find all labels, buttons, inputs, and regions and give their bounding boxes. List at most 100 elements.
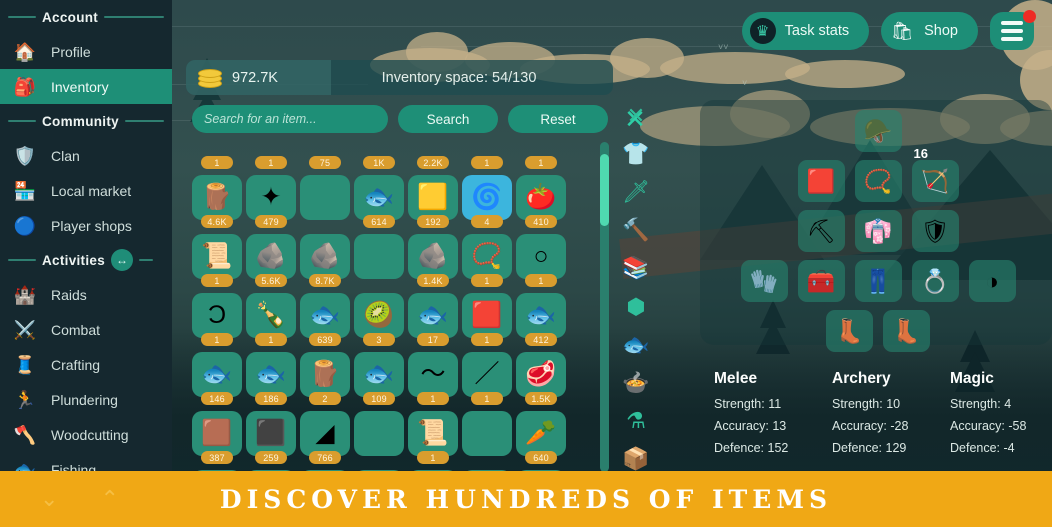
ring-item-icon: ○ bbox=[516, 234, 566, 279]
ring-slot[interactable]: 💍 bbox=[911, 260, 959, 302]
inventory-slot[interactable] bbox=[300, 175, 350, 230]
hamburger-menu-button[interactable] bbox=[990, 10, 1036, 50]
sidebar-item-player-shops[interactable]: 🔵 Player shops bbox=[0, 208, 172, 243]
hammer-icon[interactable]: 🔨 bbox=[619, 214, 653, 246]
armor-shirt-icon[interactable]: 👕 bbox=[619, 138, 653, 170]
sidebar-item-clan[interactable]: 🛡️ Clan bbox=[0, 138, 172, 173]
inventory-slot[interactable]: ✦ 479 bbox=[246, 175, 296, 230]
bracelet-slot[interactable]: ◑ bbox=[968, 260, 1016, 302]
boots-slot[interactable]: 👢 bbox=[826, 310, 873, 352]
gloves-slot[interactable]: 🧤 bbox=[740, 260, 788, 302]
shield-slot[interactable]: 🛡 bbox=[911, 210, 959, 252]
pickaxe-scroll-item-icon: 📜 bbox=[408, 411, 458, 456]
expand-collapse-icon[interactable]: ↔ bbox=[111, 249, 134, 271]
body-slot[interactable]: 👘 bbox=[854, 210, 902, 252]
inventory-slot[interactable]: 🪵 2 bbox=[300, 352, 350, 407]
inventory-slot[interactable]: 🐟 186 bbox=[246, 352, 296, 407]
inventory-slot[interactable]: 📜 1 bbox=[192, 234, 242, 289]
logs-icon[interactable]: 📚 bbox=[619, 252, 653, 284]
inventory-slot[interactable]: Ɔ1 bbox=[192, 293, 242, 348]
inventory-slot[interactable]: ◢ 766 bbox=[300, 411, 350, 466]
search-input-wrapper[interactable] bbox=[192, 105, 388, 133]
stat-title: Archery bbox=[832, 370, 891, 387]
close-x-icon[interactable]: ✕ bbox=[619, 100, 653, 132]
sidebar-item-crafting[interactable]: 🧵 Crafting bbox=[0, 347, 172, 382]
inventory-slot[interactable]: ／ 1 bbox=[462, 352, 512, 407]
item-quantity-badge: 1 bbox=[471, 156, 503, 169]
inventory-slot[interactable]: 🟨 192 bbox=[408, 175, 458, 230]
stat-title: Magic bbox=[950, 370, 994, 387]
fish-icon[interactable]: 🐟 bbox=[619, 329, 653, 361]
chevron-up-icon[interactable]: ⌃ bbox=[100, 486, 118, 512]
inventory-slot[interactable] bbox=[354, 411, 404, 466]
sidebar-item-label: Profile bbox=[51, 43, 91, 60]
inventory-slot[interactable]: 🐟 17 bbox=[408, 293, 458, 348]
inventory-slot[interactable]: 🐟 614 bbox=[354, 175, 404, 230]
inventory-slot[interactable]: 🐟 639 bbox=[300, 293, 350, 348]
sidebar-section-account: Account bbox=[0, 0, 172, 34]
item-quantity-badge: 186 bbox=[255, 392, 287, 405]
inventory-scrollbar[interactable] bbox=[600, 142, 609, 472]
inventory-slot[interactable]: 〜 1 bbox=[408, 352, 458, 407]
inventory-grid[interactable]: 1 1 75 1K 2.2K 1 1 🪵 4.6K ✦ 479 🐟 614 🟨 192 🌀 4 🍅 410 📜 1 🪨 5.… bbox=[192, 134, 592, 472]
scrollbar-thumb[interactable] bbox=[600, 154, 609, 226]
inventory-slot[interactable]: 🐟 109 bbox=[354, 352, 404, 407]
necklace-slot[interactable]: 📿 bbox=[854, 160, 902, 202]
task-stats-button[interactable]: ♛ Task stats bbox=[741, 12, 870, 50]
sidebar-item-combat[interactable]: ⚔️ Combat bbox=[0, 312, 172, 347]
sidebar-item-inventory[interactable]: 🎒 Inventory bbox=[0, 69, 172, 104]
tool-belt-slot[interactable]: 🧰 bbox=[797, 260, 845, 302]
ammo-slot[interactable]: 🏹 16 bbox=[911, 147, 959, 202]
inventory-slot[interactable] bbox=[462, 411, 512, 466]
category-filter-column[interactable]: ✕ 👕 🗡 🔨 📚 ⬢ 🐟 🍲 ⚗ 📦 bbox=[615, 100, 657, 475]
gem-icon[interactable]: ⬢ bbox=[619, 290, 653, 322]
inventory-slot[interactable]: 🍾 1 bbox=[246, 293, 296, 348]
empty-slot bbox=[354, 234, 404, 279]
inventory-slot[interactable]: 75 bbox=[300, 134, 350, 171]
cape-slot[interactable]: 🟥 bbox=[797, 160, 845, 202]
inventory-slot[interactable]: 🟫 387 bbox=[192, 411, 242, 466]
inventory-slot[interactable]: 📿 1 bbox=[462, 234, 512, 289]
inventory-slot[interactable]: 1 bbox=[516, 134, 566, 171]
shop-button[interactable]: 🛍 Shop bbox=[881, 12, 978, 50]
inventory-slot[interactable] bbox=[354, 234, 404, 289]
inventory-slot[interactable]: 🪵 4.6K bbox=[192, 175, 242, 230]
inventory-slot[interactable]: 1K bbox=[354, 134, 404, 171]
weapon-slot[interactable]: ⛏ bbox=[797, 210, 845, 252]
inventory-slot[interactable]: 🍅 410 bbox=[516, 175, 566, 230]
divider-line bbox=[124, 120, 164, 122]
inventory-slot[interactable]: 🟥 1 bbox=[462, 293, 512, 348]
inventory-slot[interactable]: 🐟 146 bbox=[192, 352, 242, 407]
sword-icon[interactable]: 🗡 bbox=[619, 176, 653, 208]
chevron-down-icon[interactable]: ⌄ bbox=[40, 486, 58, 512]
inventory-slot[interactable]: 🥕 640 bbox=[516, 411, 566, 466]
potion-icon[interactable]: ⚗ bbox=[619, 405, 653, 437]
sidebar-item-woodcutting[interactable]: 🪓 Woodcutting bbox=[0, 417, 172, 452]
inventory-slot[interactable]: 🪨 8.7K bbox=[300, 234, 350, 289]
helmet-slot[interactable]: 🪖 bbox=[854, 110, 902, 152]
search-input[interactable] bbox=[204, 112, 376, 126]
inventory-slot[interactable]: 1 bbox=[246, 134, 296, 171]
secondary-boots-slot[interactable]: 👢 bbox=[883, 310, 930, 352]
inventory-slot[interactable]: 🪨 1.4K bbox=[408, 234, 458, 289]
inventory-slot[interactable]: ○ 1 bbox=[516, 234, 566, 289]
legs-slot[interactable]: 👖 bbox=[854, 260, 902, 302]
game-screen: ˅˅ ˅ Account 🏠 Profile 🎒 Inventory Commu… bbox=[0, 0, 1052, 527]
cooked-food-icon[interactable]: 🍲 bbox=[619, 367, 653, 399]
inventory-slot[interactable]: 🥝 3 bbox=[354, 293, 404, 348]
inventory-slot[interactable]: 1 bbox=[462, 134, 512, 171]
sidebar-item-plundering[interactable]: 🏃 Plundering bbox=[0, 382, 172, 417]
sidebar-item-profile[interactable]: 🏠 Profile bbox=[0, 34, 172, 69]
inventory-slot[interactable]: 2.2K bbox=[408, 134, 458, 171]
search-button[interactable]: Search bbox=[398, 105, 498, 133]
inventory-slot[interactable]: ⬛ 259 bbox=[246, 411, 296, 466]
reset-button[interactable]: Reset bbox=[508, 105, 608, 133]
sidebar-item-raids[interactable]: 🏰 Raids bbox=[0, 277, 172, 312]
inventory-slot[interactable]: 🌀 4 bbox=[462, 175, 512, 230]
inventory-slot[interactable]: 🥩 1.5K bbox=[516, 352, 566, 407]
inventory-slot[interactable]: 🐟 412 bbox=[516, 293, 566, 348]
inventory-slot[interactable]: 1 bbox=[192, 134, 242, 171]
sidebar-item-local-market[interactable]: 🏪 Local market bbox=[0, 173, 172, 208]
inventory-slot[interactable]: 📜 1 bbox=[408, 411, 458, 466]
inventory-slot[interactable]: 🪨 5.6K bbox=[246, 234, 296, 289]
